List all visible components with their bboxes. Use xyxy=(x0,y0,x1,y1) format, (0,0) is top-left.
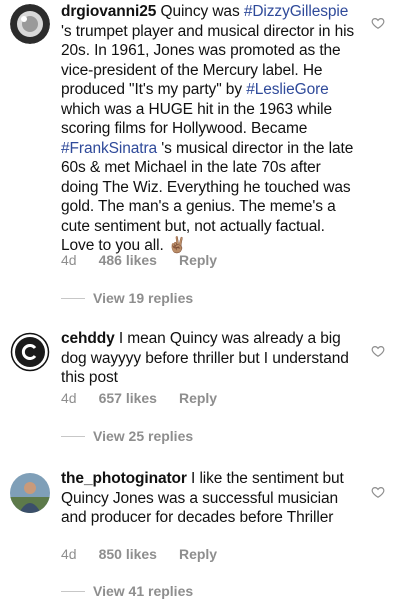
divider-line xyxy=(61,435,85,437)
view-replies-label: View 25 replies xyxy=(93,428,194,444)
text-segment: Quincy was xyxy=(156,3,244,20)
reply-button[interactable]: Reply xyxy=(179,546,217,562)
comment-text: cehddy I mean Quincy was already a big d… xyxy=(61,329,361,388)
view-replies-button[interactable]: View 25 replies xyxy=(61,428,193,444)
comment-meta: 4d 657 likes Reply xyxy=(61,390,239,406)
hashtag-link[interactable]: #FrankSinatra xyxy=(61,140,157,157)
view-replies-label: View 19 replies xyxy=(93,290,194,306)
username[interactable]: drgiovanni25 xyxy=(61,3,156,20)
comment-meta: 4d 850 likes Reply xyxy=(61,546,239,562)
likes-count[interactable]: 850 likes xyxy=(99,546,157,562)
view-replies-button[interactable]: View 41 replies xyxy=(61,583,193,599)
text-segment: which was a HUGE hit in the 1963 while s… xyxy=(61,100,333,138)
reply-button[interactable]: Reply xyxy=(179,390,217,406)
likes-count[interactable]: 486 likes xyxy=(99,252,157,268)
comment-text: the_photoginator I like the sentiment bu… xyxy=(61,469,361,528)
divider-line xyxy=(61,297,85,299)
comment-age: 4d xyxy=(61,546,77,562)
likes-count[interactable]: 657 likes xyxy=(99,390,157,406)
heart-outline-icon[interactable] xyxy=(371,485,385,499)
heart-outline-icon[interactable] xyxy=(371,344,385,358)
username[interactable]: the_photoginator xyxy=(61,470,187,487)
hashtag-link[interactable]: #DizzyGillespie xyxy=(244,3,349,20)
comment-text: drgiovanni25 Quincy was #DizzyGillespie … xyxy=(61,2,361,256)
username[interactable]: cehddy xyxy=(61,330,115,347)
comment-age: 4d xyxy=(61,390,77,406)
reply-button[interactable]: Reply xyxy=(179,252,217,268)
comment-meta: 4d 486 likes Reply xyxy=(61,252,239,268)
view-replies-button[interactable]: View 19 replies xyxy=(61,290,193,306)
avatar-cehddy[interactable] xyxy=(10,332,50,372)
avatar-drgiovanni25[interactable] xyxy=(10,4,50,44)
heart-outline-icon[interactable] xyxy=(371,16,385,30)
comment-age: 4d xyxy=(61,252,77,268)
view-replies-label: View 41 replies xyxy=(93,583,194,599)
avatar-the-photoginator[interactable] xyxy=(10,473,50,513)
hashtag-link[interactable]: #LeslieGore xyxy=(246,81,329,98)
divider-line xyxy=(61,590,85,592)
